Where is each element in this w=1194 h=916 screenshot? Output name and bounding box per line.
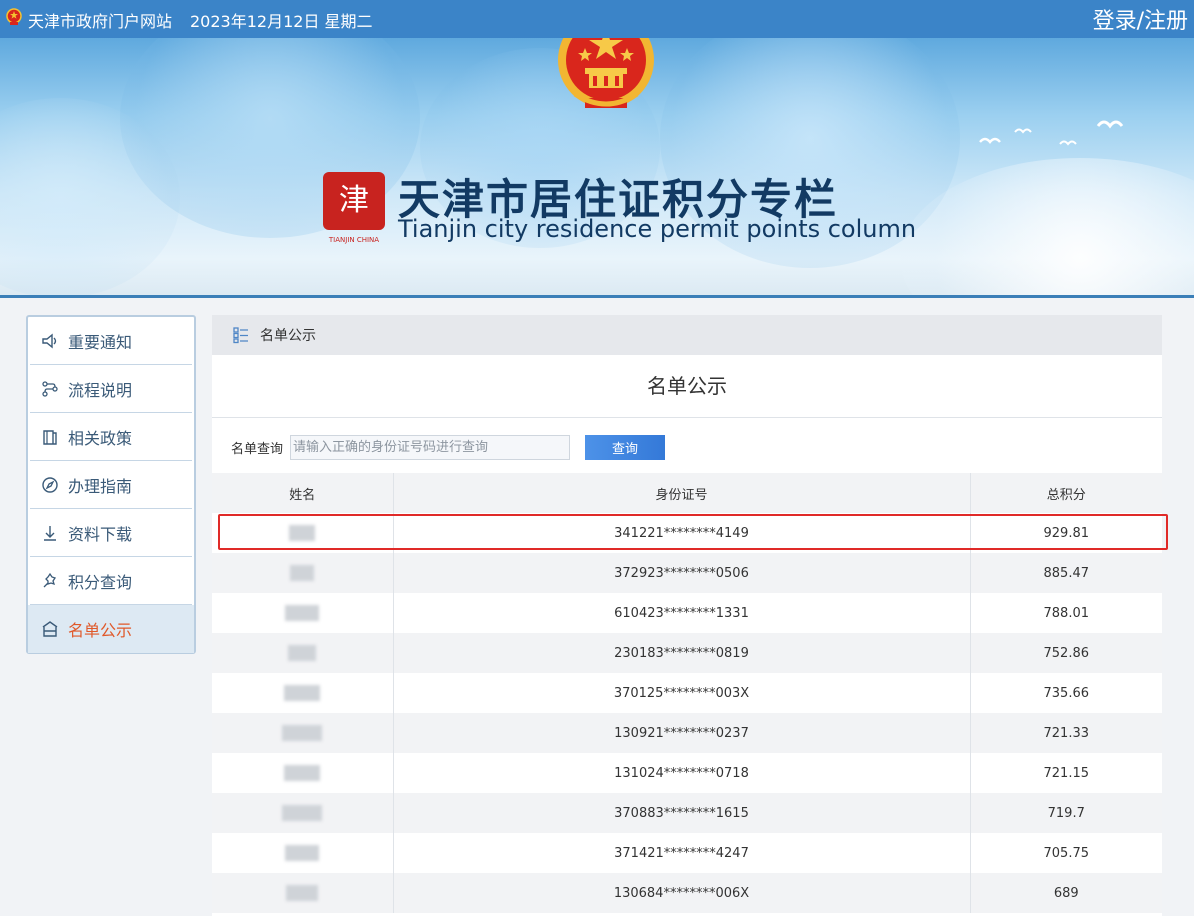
score-cell: 719.7 xyxy=(970,793,1162,833)
column-header-name: 姓名 xyxy=(212,473,393,513)
table-row: 370125********003X 735.66 xyxy=(212,673,1162,713)
table-row: 372923********0506 885.47 xyxy=(212,553,1162,593)
top-bar: 天津市政府门户网站 2023年12月12日 星期二 登录/注册 xyxy=(0,0,1194,38)
banner: 津 TIANJIN CHINA 天津市居住证积分专栏 Tianjin city … xyxy=(0,38,1194,298)
score-cell: 705.75 xyxy=(1043,845,1090,861)
speaker-icon xyxy=(42,333,57,348)
id-cell: 610423********1331 xyxy=(392,593,971,633)
sidebar-item-label: 资料下载 xyxy=(68,524,133,544)
column-header-score: 总积分 xyxy=(970,473,1162,513)
id-cell: 370883********1615 xyxy=(392,793,971,833)
id-cell: 130684********006X xyxy=(392,873,971,913)
score-cell: 735.66 xyxy=(1043,685,1090,701)
building-icon xyxy=(42,621,58,637)
sidebar-item-notices[interactable]: 重要通知 xyxy=(30,317,192,365)
table-row: 371421********4247 705.75 xyxy=(212,833,1162,873)
banner-rule xyxy=(0,295,1194,298)
current-date: 2023年12月12日 星期二 xyxy=(190,12,373,31)
tianjin-seal-logo: 津 TIANJIN CHINA xyxy=(321,170,387,246)
page-title: 名单公示 xyxy=(212,355,1162,418)
book-icon xyxy=(43,429,57,445)
list-icon xyxy=(233,327,248,344)
table-row: 230183********0819 752.86 xyxy=(212,633,1162,673)
score-cell: 689 xyxy=(970,873,1162,913)
sidebar-item-label: 重要通知 xyxy=(68,332,133,352)
birds-decoration xyxy=(979,120,1124,146)
banner-subtitle: Tianjin city residence permit points col… xyxy=(398,215,917,243)
id-cell: 130921********0237 xyxy=(392,713,971,753)
sidebar-item-downloads[interactable]: 资料下载 xyxy=(30,509,192,557)
name-cell-redacted xyxy=(212,513,393,553)
table-row: 131024********0718 721.15 xyxy=(212,753,1162,793)
name-cell-redacted xyxy=(212,673,393,713)
national-emblem-icon xyxy=(6,8,22,25)
score-cell: 929.81 xyxy=(1043,525,1090,541)
breadcrumb-label: 名单公示 xyxy=(260,328,316,344)
sidebar-item-label: 名单公示 xyxy=(68,621,133,640)
login-register-link[interactable]: 登录/注册 xyxy=(1093,3,1188,35)
id-cell: 371421********4247 xyxy=(392,833,971,873)
sidebar-item-label: 相关政策 xyxy=(68,428,133,448)
sidebar-item-label: 办理指南 xyxy=(68,476,133,496)
name-cell-redacted xyxy=(212,553,393,593)
id-cell: 372923********0506 xyxy=(392,553,971,593)
main-content: 名单公示 名单公示 名单查询 查询 姓名 身份证号 总积分 341221****… xyxy=(212,315,1162,916)
name-cell-redacted xyxy=(212,593,393,633)
id-search-input[interactable] xyxy=(290,435,570,460)
table-row: 130684********006X 689 xyxy=(212,873,1162,913)
public-list-table: 姓名 身份证号 总积分 341221********4149 929.81 372… xyxy=(212,473,1162,913)
name-cell-redacted xyxy=(212,713,393,753)
name-cell-redacted xyxy=(212,873,393,913)
id-cell: 341221********4149 xyxy=(392,513,971,553)
name-cell-redacted xyxy=(212,753,393,793)
sidebar-nav: 重要通知 流程说明 相关政策 办理指南 资料下载 积分查询 名单公示 xyxy=(26,315,196,654)
column-header-id: 身份证号 xyxy=(392,473,971,513)
table-row: 370883********1615 719.7 xyxy=(212,793,1162,833)
score-cell: 752.86 xyxy=(970,633,1162,673)
score-cell: 788.01 xyxy=(1043,605,1090,621)
score-cell: 721.15 xyxy=(1043,765,1090,781)
sidebar-item-process[interactable]: 流程说明 xyxy=(30,365,192,413)
sidebar-item-points-query[interactable]: 积分查询 xyxy=(30,557,192,605)
search-bar: 名单查询 查询 xyxy=(212,418,1162,473)
sidebar-item-policies[interactable]: 相关政策 xyxy=(30,413,192,461)
id-cell: 230183********0819 xyxy=(392,633,971,673)
search-label: 名单查询 xyxy=(231,442,284,457)
query-icon xyxy=(43,572,57,587)
id-cell: 370125********003X xyxy=(392,673,971,713)
table-row: 610423********1331 788.01 xyxy=(212,593,1162,633)
score-cell: 721.33 xyxy=(970,713,1162,753)
download-icon xyxy=(44,525,56,541)
query-button[interactable]: 查询 xyxy=(585,435,665,460)
name-cell-redacted xyxy=(212,633,393,673)
national-emblem xyxy=(558,38,654,108)
name-cell-redacted xyxy=(212,833,393,873)
sidebar-item-public-list[interactable]: 名单公示 xyxy=(28,605,194,653)
table-row: 341221********4149 929.81 xyxy=(212,513,1162,553)
score-cell: 885.47 xyxy=(970,553,1162,593)
compass-icon xyxy=(42,476,58,493)
table-header-row: 姓名 身份证号 总积分 xyxy=(212,473,1162,513)
name-cell-redacted xyxy=(212,793,393,833)
table-row: 130921********0237 721.33 xyxy=(212,713,1162,753)
flow-icon xyxy=(42,380,58,397)
portal-link[interactable]: 天津市政府门户网站 xyxy=(28,8,172,32)
svg-text:津: 津 xyxy=(339,183,369,218)
id-cell: 131024********0718 xyxy=(392,753,971,793)
sidebar-item-label: 积分查询 xyxy=(68,572,133,592)
breadcrumb: 名单公示 xyxy=(212,315,1162,355)
svg-text:TIANJIN CHINA: TIANJIN CHINA xyxy=(328,236,379,244)
sidebar-item-guide[interactable]: 办理指南 xyxy=(30,461,192,509)
sidebar-item-label: 流程说明 xyxy=(68,380,133,400)
